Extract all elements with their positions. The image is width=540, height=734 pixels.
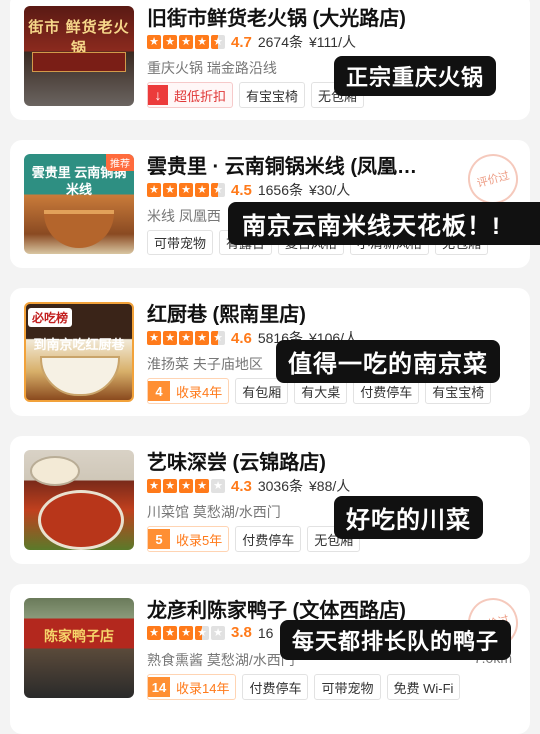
rating-score: 4.3 (231, 477, 252, 495)
collected-years-tag: 14 收录14年 (147, 674, 237, 700)
avg-price: ¥30/人 (309, 182, 351, 198)
restaurant-name[interactable]: 红厨巷 (熙南里店) (147, 298, 512, 327)
restaurant-photo: 必吃榜 到南京吃红厨巷 (24, 302, 134, 402)
feature-tag: 免费 Wi-Fi (386, 674, 461, 700)
rating-stars (147, 182, 225, 198)
caption-overlay: 值得一吃的南京菜 (276, 340, 500, 383)
review-count: 3036条 (257, 478, 304, 494)
rating-row: 4.5 1656条 ¥30/人 (147, 180, 350, 200)
feature-tag: 付费停车 (235, 526, 302, 552)
rating-row: 4.7 2674条 ¥111/人 (147, 32, 356, 52)
avg-price: ¥88/人 (309, 478, 351, 494)
category-area: 川菜馆 莫愁湖/水西门 (147, 504, 281, 520)
reviewed-stamp: 评价过 (462, 148, 524, 210)
collected-years-tag: 4 收录4年 (147, 378, 230, 404)
restaurant-photo: 街市 鲜货老火锅 (24, 6, 134, 106)
category-area: 重庆火锅 瑞金路沿线 (147, 60, 277, 76)
review-count: 16 (257, 624, 274, 641)
caption-overlay: 南京云南米线天花板！! (228, 202, 540, 245)
caption-overlay: 好吃的川菜 (334, 496, 483, 539)
feature-tag: 付费停车 (242, 674, 309, 700)
category-area: 淮扬菜 夫子庙地区 (147, 356, 263, 372)
tag-list: 5 收录5年 付费停车 无包厢 (147, 526, 361, 552)
rating-score: 4.6 (231, 329, 252, 347)
caption-overlay: 每天都排长队的鸭子 (280, 620, 512, 660)
review-count: 1656条 (257, 182, 304, 198)
rating-row: 3.8 16 (147, 624, 273, 641)
caption-overlay: 正宗重庆火锅 (334, 56, 497, 96)
deal-tag[interactable]: ↓ 超低折扣 (147, 82, 234, 108)
feature-tag: 可带宠物 (314, 674, 381, 700)
restaurant-name[interactable]: 艺味深尝 (云锦路店) (147, 446, 512, 475)
restaurant-photo: 陈家鸭子店 (24, 598, 134, 698)
rating-stars (147, 330, 225, 346)
feature-tag: 可带宠物 (147, 230, 214, 255)
down-arrow-icon: ↓ (148, 85, 168, 105)
restaurant-photo (24, 450, 134, 550)
tag-list: ↓ 超低折扣 有宝宝椅 无包厢 (147, 82, 365, 108)
rating-stars (147, 34, 225, 50)
category-area: 米线 凤凰西 (147, 208, 221, 224)
rating-stars (147, 478, 225, 494)
photo-sign-text: 陈家鸭子店 (44, 628, 114, 644)
restaurant-name[interactable]: 龙彦利陈家鸭子 (文体西路店) (147, 594, 460, 623)
collected-years-tag: 5 收录5年 (147, 526, 230, 552)
restaurant-photo: 雲贵里 云南铜锅米线 推荐 (24, 154, 134, 254)
rating-row: 4.3 3036条 ¥88/人 (147, 476, 350, 496)
category-area: 熟食熏酱 莫愁湖/水西门 (147, 652, 295, 668)
review-count: 2674条 (257, 34, 304, 50)
restaurant-name[interactable]: 雲贵里 · 云南铜锅米线 (凤凰… (147, 150, 460, 179)
feature-tag: 有宝宝椅 (239, 82, 306, 108)
rating-score: 4.5 (231, 181, 252, 199)
rating-stars (147, 625, 225, 641)
rating-score: 4.7 (231, 33, 252, 51)
restaurant-name[interactable]: 旧街市鲜货老火锅 (大光路店) (147, 2, 512, 31)
tag-list: 14 收录14年 付费停车 可带宠物 免费 Wi-Fi (147, 674, 461, 700)
rating-score: 3.8 (231, 624, 252, 641)
avg-price: ¥111/人 (309, 34, 356, 50)
must-eat-badge: 必吃榜 (28, 308, 73, 327)
recommend-badge: 推荐 (106, 154, 134, 171)
